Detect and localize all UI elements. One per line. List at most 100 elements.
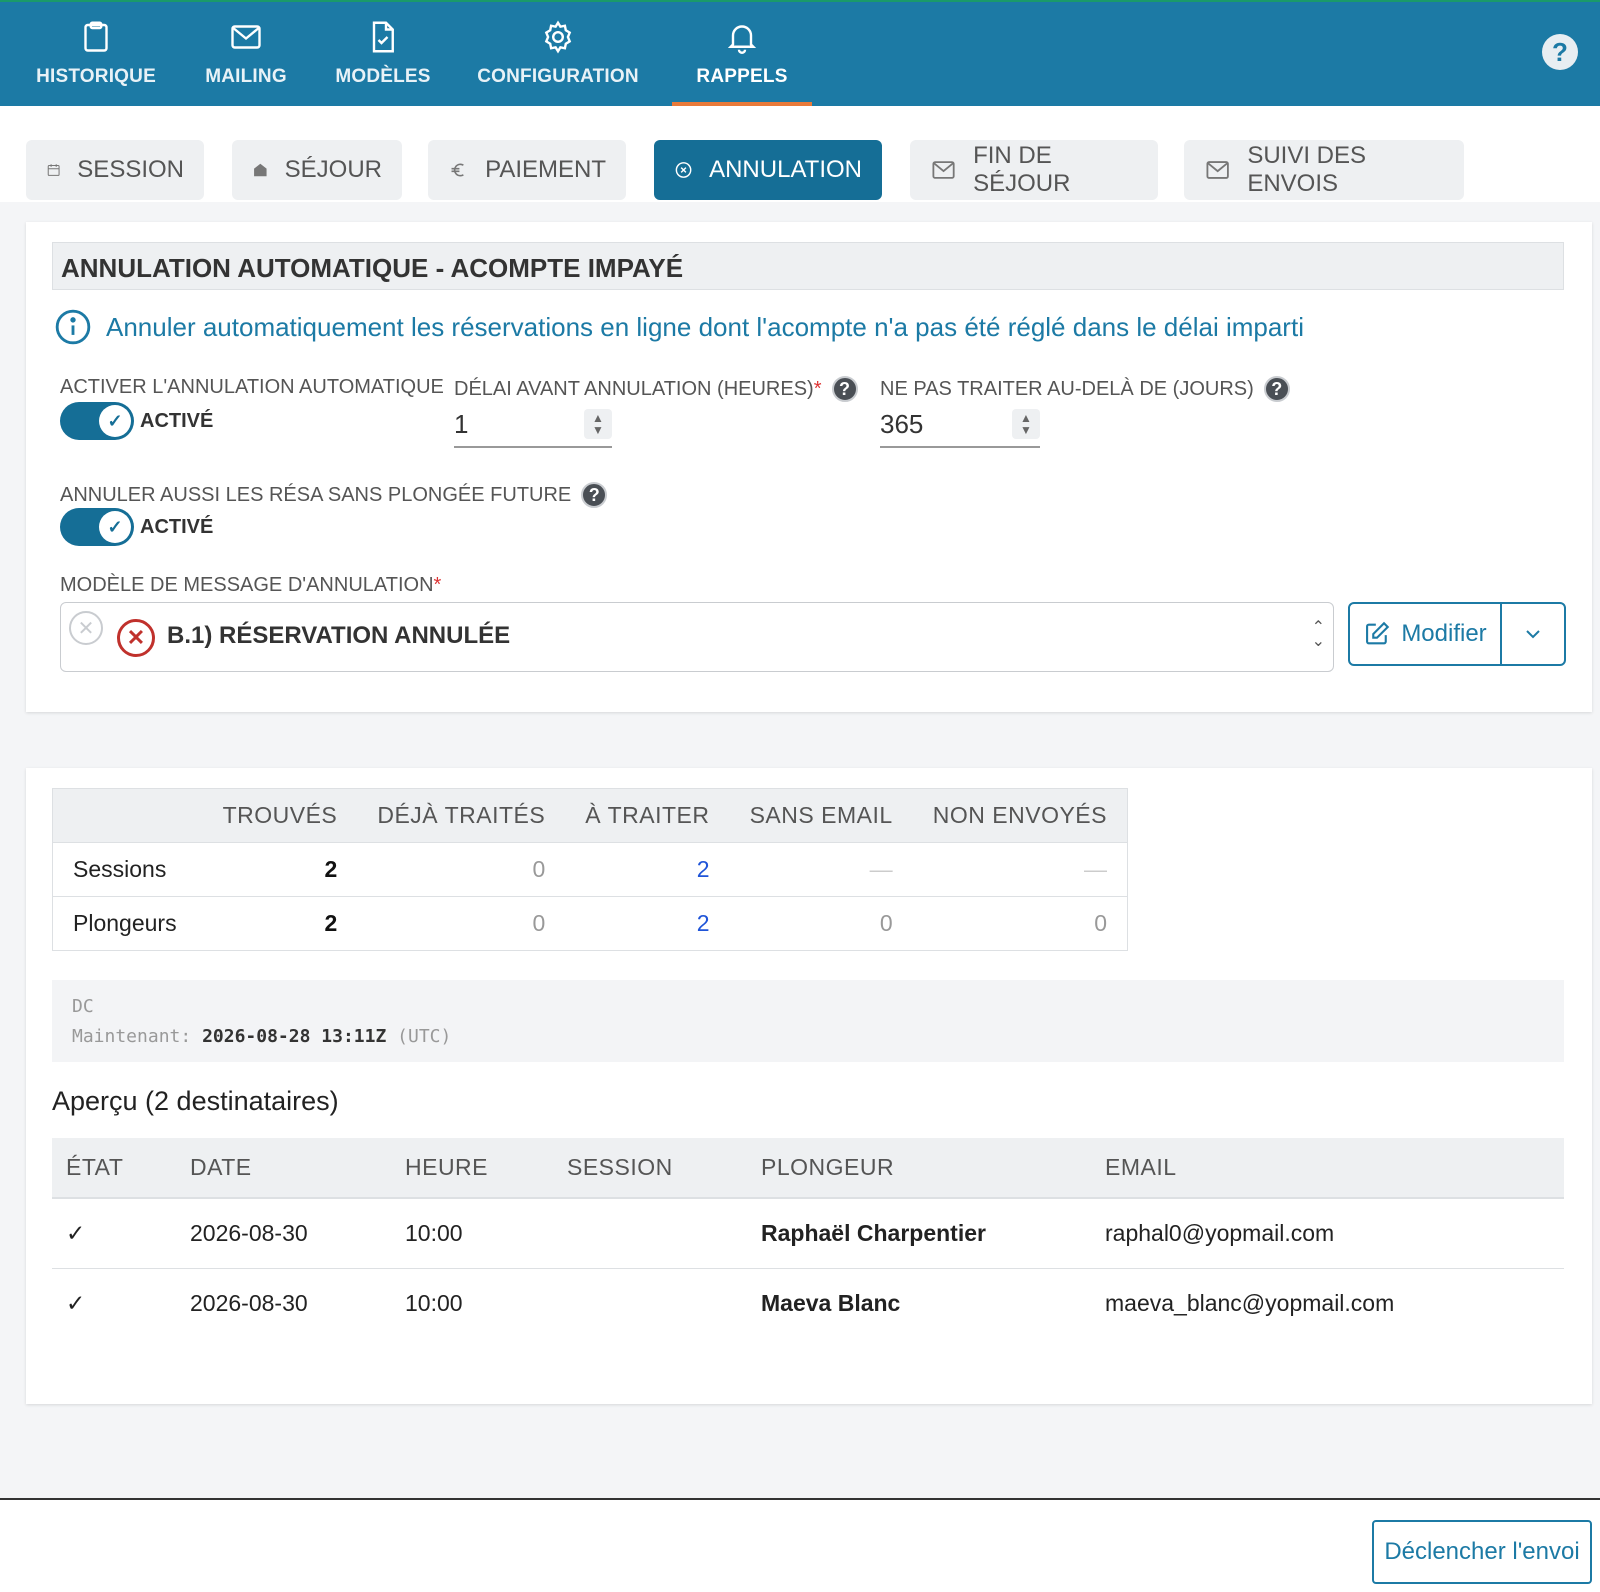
preview-card: TROUVÉS DÉJÀ TRAITÉS À TRAITER SANS EMAI… xyxy=(26,768,1592,1404)
date-cell: 2026-08-30 xyxy=(190,1289,308,1316)
envelope-icon xyxy=(231,25,261,49)
also-cancel-label: ANNULER AUSSI LES RÉSA SANS PLONGÉE FUTU… xyxy=(60,482,608,508)
modify-button[interactable]: Modifier xyxy=(1350,604,1502,664)
session-cell xyxy=(553,1198,747,1269)
column-header: HEURE xyxy=(391,1138,553,1199)
table-row: ✓ 2026-08-30 10:00 Maeva Blanc maeva_bla… xyxy=(52,1268,1564,1338)
stepper-icon[interactable]: ▲ ▼ xyxy=(1012,409,1040,439)
template-value: B.1) RÉSERVATION ANNULÉE xyxy=(167,622,511,649)
nav-mailing[interactable]: MAILING xyxy=(204,2,288,106)
help-icon[interactable]: ? xyxy=(581,482,608,508)
tab-label: SUIVI DES ENVOIS xyxy=(1247,142,1367,197)
auto-cancel-settings-card: ANNULATION AUTOMATIQUE - ACOMPTE IMPAYÉ … xyxy=(26,222,1592,712)
check-icon: ✓ xyxy=(99,511,131,543)
diver-cell: Raphaël Charpentier xyxy=(747,1198,1091,1269)
tab-fin-de-sejour[interactable]: FIN DE SÉJOUR xyxy=(910,140,1158,200)
limit-value: 365 xyxy=(880,408,924,439)
euro-icon xyxy=(451,163,464,177)
help-icon[interactable]: ? xyxy=(1542,34,1578,70)
tab-label: PAIEMENT xyxy=(485,156,606,183)
session-cell xyxy=(553,1268,747,1338)
also-cancel-toggle[interactable]: ✓ xyxy=(60,508,134,546)
dropdown-caret-button[interactable] xyxy=(1502,604,1564,664)
stepper-icon[interactable]: ▲ ▼ xyxy=(584,409,612,439)
debug-info: DC Maintenant: 2026-08-28 13:11Z (UTC) xyxy=(52,980,1564,1062)
nav-modeles[interactable]: MODÈLES xyxy=(335,2,430,106)
envelope-icon xyxy=(932,161,955,179)
section-title: ANNULATION AUTOMATIQUE - ACOMPTE IMPAYÉ xyxy=(52,242,1564,290)
stats-cell: — xyxy=(729,842,913,897)
nav-rappels[interactable]: RAPPELS xyxy=(672,2,812,106)
stats-cell: 2 xyxy=(565,842,730,897)
tab-annulation[interactable]: ANNULATION xyxy=(654,140,882,200)
enable-auto-cancel-toggle[interactable]: ✓ xyxy=(60,402,134,440)
template-select[interactable]: ✕ ✕ B.1) RÉSERVATION ANNULÉE ⌃ ⌄ xyxy=(60,602,1334,672)
preview-title: Aperçu (2 destinataires) xyxy=(52,1086,339,1116)
column-header: DATE xyxy=(176,1138,391,1199)
stats-header: NON ENVOYÉS xyxy=(912,788,1128,843)
send-button[interactable]: Déclencher l'envoi xyxy=(1372,1520,1592,1584)
tab-session[interactable]: SESSION xyxy=(26,140,204,200)
tab-suivi-des-envois[interactable]: SUIVI DES ENVOIS xyxy=(1184,140,1464,200)
table-row: ✓ 2026-08-30 10:00 Raphaël Charpentier r… xyxy=(52,1198,1564,1269)
help-icon[interactable]: ? xyxy=(831,376,858,402)
footer-bar: Déclencher l'envoi xyxy=(0,1498,1600,1592)
stats-header: SANS EMAIL xyxy=(729,788,913,843)
stats-cell: 2 xyxy=(202,842,358,897)
delay-value: 1 xyxy=(454,408,469,439)
column-header: SESSION xyxy=(553,1138,747,1199)
column-header: PLONGEUR xyxy=(747,1138,1091,1199)
debug-line: DC xyxy=(72,996,94,1017)
stats-cell: 0 xyxy=(729,896,913,951)
nav-label: MAILING xyxy=(205,66,287,87)
help-icon[interactable]: ? xyxy=(1263,376,1290,402)
stats-header: TROUVÉS xyxy=(202,788,358,843)
top-navigation: HISTORIQUE MAILING MODÈLES CONFIGURATION… xyxy=(0,0,1600,106)
tab-label: FIN DE SÉJOUR xyxy=(973,142,1071,197)
timezone: (UTC) xyxy=(397,1026,452,1047)
select-arrows-icon: ⌃ ⌄ xyxy=(1311,619,1325,650)
stats-cell: 0 xyxy=(357,896,566,951)
edit-icon xyxy=(1366,621,1390,645)
stats-row-label: Plongeurs xyxy=(52,896,203,951)
nav-label: HISTORIQUE xyxy=(36,66,156,87)
tab-paiement[interactable]: PAIEMENT xyxy=(428,140,626,200)
calendar-icon xyxy=(47,164,60,176)
nav-configuration[interactable]: CONFIGURATION xyxy=(477,2,639,106)
stats-cell: 2 xyxy=(202,896,358,951)
check-icon: ✓ xyxy=(99,405,131,437)
column-header: ÉTAT xyxy=(52,1138,176,1199)
enable-auto-cancel-label: ACTIVER L'ANNULATION AUTOMATIQUE xyxy=(60,376,444,398)
error-x-icon: ✕ xyxy=(117,619,155,657)
nav-historique[interactable]: HISTORIQUE xyxy=(36,2,156,106)
toggle-state-label: ACTIVÉ xyxy=(140,516,214,538)
stats-header: À TRAITER xyxy=(565,788,730,843)
stats-header: DÉJÀ TRAITÉS xyxy=(357,788,566,843)
nav-label: RAPPELS xyxy=(696,66,788,87)
house-icon xyxy=(254,163,267,177)
delay-hours-input[interactable]: 1 ▲ ▼ xyxy=(454,402,612,448)
stats-cell: 2 xyxy=(565,896,730,951)
info-text: Annuler automatiquement les réservations… xyxy=(106,311,1304,342)
info-icon xyxy=(55,309,91,345)
chevron-down-icon xyxy=(1526,630,1540,639)
required-mark: * xyxy=(433,574,442,596)
now-timestamp: 2026-08-28 13:11Z xyxy=(202,1026,387,1047)
tab-label: SESSION xyxy=(77,156,184,183)
clear-icon[interactable]: ✕ xyxy=(69,611,103,645)
toggle-state-label: ACTIVÉ xyxy=(140,410,214,432)
stats-row-label: Sessions xyxy=(52,842,203,897)
diver-cell: Maeva Blanc xyxy=(761,1289,901,1316)
envelope-icon xyxy=(1206,161,1229,179)
clipboard-icon xyxy=(84,21,108,52)
recipients-header-row: ÉTAT DATE HEURE SESSION PLONGEUR EMAIL xyxy=(52,1138,1564,1199)
date-cell: 2026-08-30 xyxy=(176,1198,391,1269)
recipients-table: ÉTAT DATE HEURE SESSION PLONGEUR EMAIL ✓… xyxy=(52,1138,1564,1338)
tab-sejour[interactable]: SÉJOUR xyxy=(232,140,402,200)
stats-cell: — xyxy=(912,842,1128,897)
delay-label: DÉLAI AVANT ANNULATION (HEURES) * ? xyxy=(454,376,858,402)
column-header: EMAIL xyxy=(1091,1138,1564,1199)
stats-table: TROUVÉS DÉJÀ TRAITÉS À TRAITER SANS EMAI… xyxy=(52,788,1128,951)
template-label: MODÈLE DE MESSAGE D'ANNULATION * xyxy=(60,574,442,596)
limit-days-input[interactable]: 365 ▲ ▼ xyxy=(880,402,1040,448)
